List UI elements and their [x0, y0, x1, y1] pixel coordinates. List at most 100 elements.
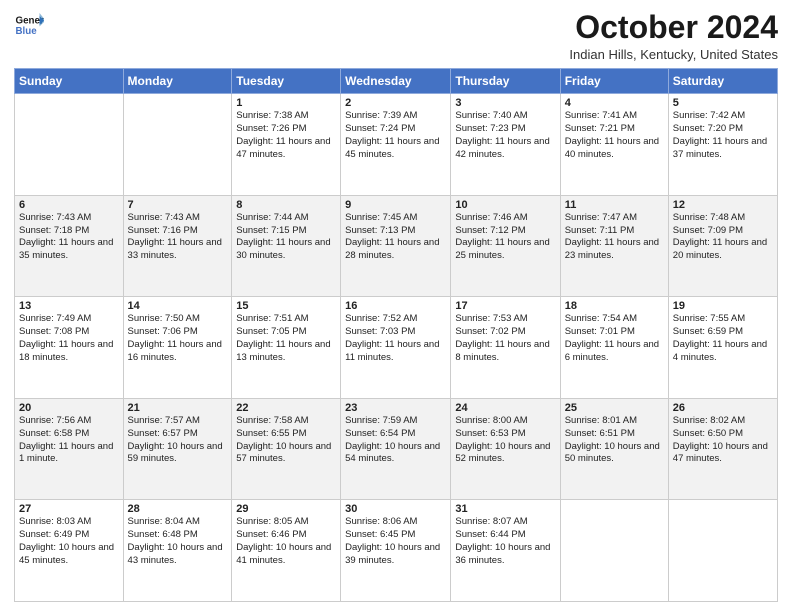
day-number: 23: [345, 402, 446, 414]
calendar-cell: 14Sunrise: 7:50 AM Sunset: 7:06 PM Dayli…: [123, 297, 232, 399]
calendar-cell: [123, 94, 232, 196]
day-number: 16: [345, 300, 446, 312]
calendar-day-header: Thursday: [451, 69, 560, 94]
calendar-cell: 26Sunrise: 8:02 AM Sunset: 6:50 PM Dayli…: [668, 398, 777, 500]
calendar-cell: 15Sunrise: 7:51 AM Sunset: 7:05 PM Dayli…: [232, 297, 341, 399]
calendar-day-header: Wednesday: [341, 69, 451, 94]
logo: General Blue: [14, 10, 44, 40]
day-number: 20: [19, 402, 119, 414]
calendar-week-row: 6Sunrise: 7:43 AM Sunset: 7:18 PM Daylig…: [15, 195, 778, 297]
day-detail: Sunrise: 7:47 AM Sunset: 7:11 PM Dayligh…: [565, 212, 664, 263]
day-number: 28: [128, 503, 228, 515]
day-detail: Sunrise: 7:52 AM Sunset: 7:03 PM Dayligh…: [345, 313, 446, 364]
day-detail: Sunrise: 7:43 AM Sunset: 7:16 PM Dayligh…: [128, 212, 228, 263]
day-number: 30: [345, 503, 446, 515]
day-detail: Sunrise: 7:39 AM Sunset: 7:24 PM Dayligh…: [345, 110, 446, 161]
calendar-header-row: SundayMondayTuesdayWednesdayThursdayFrid…: [15, 69, 778, 94]
header: General Blue October 2024 Indian Hills, …: [14, 10, 778, 62]
calendar-cell: 29Sunrise: 8:05 AM Sunset: 6:46 PM Dayli…: [232, 500, 341, 602]
day-number: 4: [565, 97, 664, 109]
day-number: 13: [19, 300, 119, 312]
calendar-day-header: Saturday: [668, 69, 777, 94]
page: General Blue October 2024 Indian Hills, …: [0, 0, 792, 612]
day-number: 21: [128, 402, 228, 414]
calendar-cell: 16Sunrise: 7:52 AM Sunset: 7:03 PM Dayli…: [341, 297, 451, 399]
day-detail: Sunrise: 8:02 AM Sunset: 6:50 PM Dayligh…: [673, 415, 773, 466]
day-detail: Sunrise: 8:01 AM Sunset: 6:51 PM Dayligh…: [565, 415, 664, 466]
calendar-cell: 19Sunrise: 7:55 AM Sunset: 6:59 PM Dayli…: [668, 297, 777, 399]
calendar-cell: 5Sunrise: 7:42 AM Sunset: 7:20 PM Daylig…: [668, 94, 777, 196]
day-number: 6: [19, 199, 119, 211]
calendar-day-header: Sunday: [15, 69, 124, 94]
calendar-cell: 17Sunrise: 7:53 AM Sunset: 7:02 PM Dayli…: [451, 297, 560, 399]
calendar-cell: [668, 500, 777, 602]
day-detail: Sunrise: 7:57 AM Sunset: 6:57 PM Dayligh…: [128, 415, 228, 466]
calendar-cell: 12Sunrise: 7:48 AM Sunset: 7:09 PM Dayli…: [668, 195, 777, 297]
day-detail: Sunrise: 7:42 AM Sunset: 7:20 PM Dayligh…: [673, 110, 773, 161]
calendar-cell: 28Sunrise: 8:04 AM Sunset: 6:48 PM Dayli…: [123, 500, 232, 602]
day-number: 11: [565, 199, 664, 211]
day-number: 31: [455, 503, 555, 515]
calendar-cell: 25Sunrise: 8:01 AM Sunset: 6:51 PM Dayli…: [560, 398, 668, 500]
day-detail: Sunrise: 7:40 AM Sunset: 7:23 PM Dayligh…: [455, 110, 555, 161]
day-detail: Sunrise: 8:07 AM Sunset: 6:44 PM Dayligh…: [455, 516, 555, 567]
day-number: 5: [673, 97, 773, 109]
calendar-week-row: 20Sunrise: 7:56 AM Sunset: 6:58 PM Dayli…: [15, 398, 778, 500]
calendar-cell: 1Sunrise: 7:38 AM Sunset: 7:26 PM Daylig…: [232, 94, 341, 196]
calendar-cell: 11Sunrise: 7:47 AM Sunset: 7:11 PM Dayli…: [560, 195, 668, 297]
calendar-day-header: Tuesday: [232, 69, 341, 94]
day-detail: Sunrise: 7:44 AM Sunset: 7:15 PM Dayligh…: [236, 212, 336, 263]
day-detail: Sunrise: 7:48 AM Sunset: 7:09 PM Dayligh…: [673, 212, 773, 263]
day-detail: Sunrise: 8:04 AM Sunset: 6:48 PM Dayligh…: [128, 516, 228, 567]
calendar-cell: 3Sunrise: 7:40 AM Sunset: 7:23 PM Daylig…: [451, 94, 560, 196]
calendar-cell: 4Sunrise: 7:41 AM Sunset: 7:21 PM Daylig…: [560, 94, 668, 196]
calendar-cell: 21Sunrise: 7:57 AM Sunset: 6:57 PM Dayli…: [123, 398, 232, 500]
calendar-cell: 10Sunrise: 7:46 AM Sunset: 7:12 PM Dayli…: [451, 195, 560, 297]
logo-icon: General Blue: [14, 10, 44, 40]
location: Indian Hills, Kentucky, United States: [569, 47, 778, 62]
day-number: 27: [19, 503, 119, 515]
day-detail: Sunrise: 7:41 AM Sunset: 7:21 PM Dayligh…: [565, 110, 664, 161]
day-detail: Sunrise: 7:56 AM Sunset: 6:58 PM Dayligh…: [19, 415, 119, 466]
day-number: 14: [128, 300, 228, 312]
calendar-cell: 6Sunrise: 7:43 AM Sunset: 7:18 PM Daylig…: [15, 195, 124, 297]
day-detail: Sunrise: 7:58 AM Sunset: 6:55 PM Dayligh…: [236, 415, 336, 466]
day-detail: Sunrise: 7:45 AM Sunset: 7:13 PM Dayligh…: [345, 212, 446, 263]
calendar-table: SundayMondayTuesdayWednesdayThursdayFrid…: [14, 68, 778, 602]
calendar-cell: 23Sunrise: 7:59 AM Sunset: 6:54 PM Dayli…: [341, 398, 451, 500]
day-detail: Sunrise: 7:49 AM Sunset: 7:08 PM Dayligh…: [19, 313, 119, 364]
calendar-cell: 20Sunrise: 7:56 AM Sunset: 6:58 PM Dayli…: [15, 398, 124, 500]
day-number: 7: [128, 199, 228, 211]
day-detail: Sunrise: 7:53 AM Sunset: 7:02 PM Dayligh…: [455, 313, 555, 364]
day-number: 15: [236, 300, 336, 312]
calendar-cell: [15, 94, 124, 196]
day-number: 3: [455, 97, 555, 109]
day-number: 10: [455, 199, 555, 211]
calendar-day-header: Monday: [123, 69, 232, 94]
title-area: October 2024 Indian Hills, Kentucky, Uni…: [569, 10, 778, 62]
calendar-cell: [560, 500, 668, 602]
calendar-cell: 9Sunrise: 7:45 AM Sunset: 7:13 PM Daylig…: [341, 195, 451, 297]
day-number: 25: [565, 402, 664, 414]
day-detail: Sunrise: 8:05 AM Sunset: 6:46 PM Dayligh…: [236, 516, 336, 567]
day-detail: Sunrise: 8:00 AM Sunset: 6:53 PM Dayligh…: [455, 415, 555, 466]
calendar-week-row: 27Sunrise: 8:03 AM Sunset: 6:49 PM Dayli…: [15, 500, 778, 602]
day-detail: Sunrise: 7:50 AM Sunset: 7:06 PM Dayligh…: [128, 313, 228, 364]
day-number: 19: [673, 300, 773, 312]
calendar-cell: 7Sunrise: 7:43 AM Sunset: 7:16 PM Daylig…: [123, 195, 232, 297]
day-number: 29: [236, 503, 336, 515]
calendar-cell: 13Sunrise: 7:49 AM Sunset: 7:08 PM Dayli…: [15, 297, 124, 399]
svg-text:Blue: Blue: [16, 26, 38, 37]
day-detail: Sunrise: 7:51 AM Sunset: 7:05 PM Dayligh…: [236, 313, 336, 364]
day-number: 2: [345, 97, 446, 109]
day-detail: Sunrise: 7:54 AM Sunset: 7:01 PM Dayligh…: [565, 313, 664, 364]
month-title: October 2024: [569, 10, 778, 45]
day-detail: Sunrise: 7:59 AM Sunset: 6:54 PM Dayligh…: [345, 415, 446, 466]
day-detail: Sunrise: 7:38 AM Sunset: 7:26 PM Dayligh…: [236, 110, 336, 161]
calendar-cell: 24Sunrise: 8:00 AM Sunset: 6:53 PM Dayli…: [451, 398, 560, 500]
calendar-cell: 2Sunrise: 7:39 AM Sunset: 7:24 PM Daylig…: [341, 94, 451, 196]
day-number: 9: [345, 199, 446, 211]
calendar-week-row: 13Sunrise: 7:49 AM Sunset: 7:08 PM Dayli…: [15, 297, 778, 399]
day-number: 8: [236, 199, 336, 211]
day-detail: Sunrise: 8:06 AM Sunset: 6:45 PM Dayligh…: [345, 516, 446, 567]
